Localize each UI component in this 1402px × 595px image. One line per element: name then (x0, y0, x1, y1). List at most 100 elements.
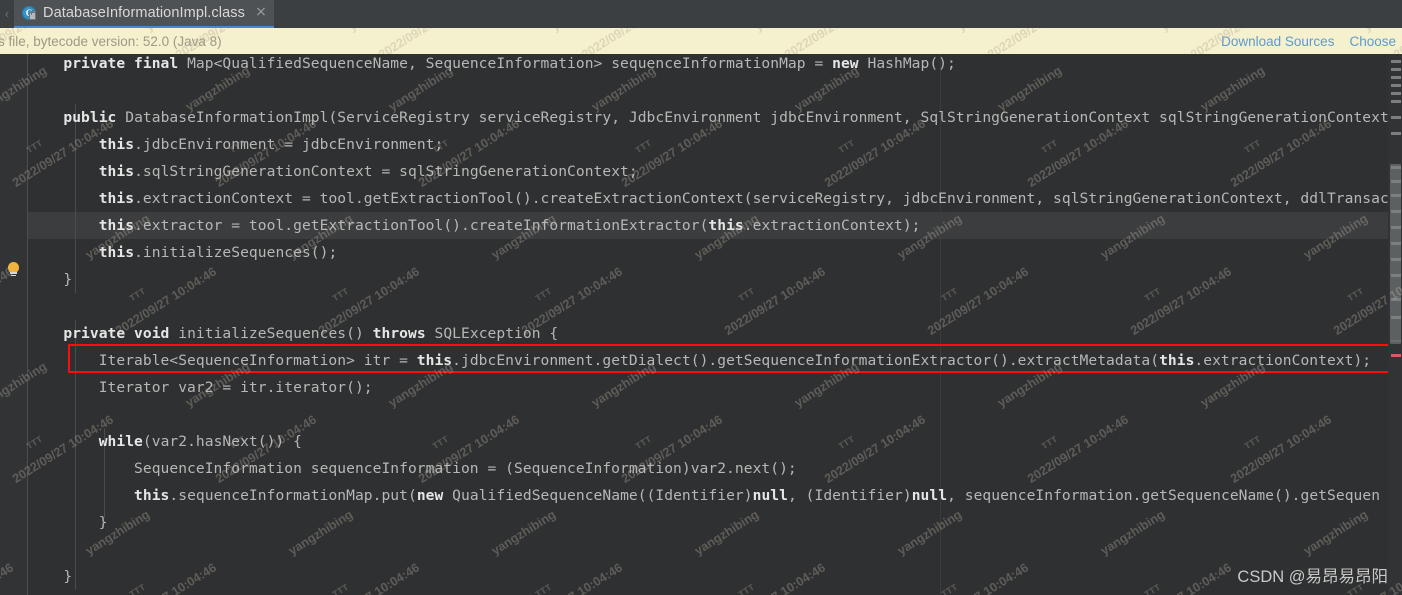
code-text: Map<QualifiedSequenceName, SequenceInfor… (178, 55, 833, 72)
code-text: .extractionContext); (743, 217, 921, 234)
code-line[interactable]: this.extractionContext = tool.getExtract… (28, 185, 1398, 212)
decompiled-file-notification-bar: s file, bytecode version: 52.0 (Java 8) … (0, 28, 1402, 62)
code-keyword: private void (63, 325, 170, 342)
code-line[interactable]: } (28, 509, 108, 536)
code-line[interactable]: SequenceInformation sequenceInformation … (28, 455, 797, 482)
code-text: , sequenceInformation.getSequenceName().… (947, 487, 1381, 504)
code-text: } (28, 568, 73, 585)
code-line[interactable]: private final Map<QualifiedSequenceName,… (28, 54, 956, 77)
code-text: .jdbcEnvironment = jdbcEnvironment; (134, 136, 444, 153)
code-keyword: this (98, 163, 135, 180)
watermark-name: yangzhibing (346, 28, 415, 34)
tab-scroll-left-icon[interactable]: ‹ (2, 6, 12, 22)
code-text: HashMap(); (858, 55, 956, 72)
watermark-name: yangzhibing (752, 28, 821, 34)
code-line[interactable]: this.extractor = tool.getExtractionTool(… (28, 212, 921, 239)
code-line[interactable]: while(var2.hasNext()) { (28, 428, 302, 455)
editor-gutter[interactable] (0, 54, 27, 595)
editor-tab-bar: ‹ C DatabaseInformationImpl.class × (0, 0, 1402, 28)
scrollbar-marker[interactable] (1391, 226, 1401, 229)
close-icon[interactable]: × (254, 5, 268, 20)
scrollbar-marker[interactable] (1391, 194, 1401, 197)
scrollbar-marker[interactable] (1391, 100, 1401, 103)
scrollbar-marker[interactable] (1391, 116, 1401, 119)
code-keyword: throws (372, 325, 426, 342)
code-text: , (Identifier) (787, 487, 912, 504)
code-keyword: public (63, 109, 117, 126)
code-text: Iterator var2 = itr.iterator(); (28, 379, 373, 396)
code-line[interactable]: public DatabaseInformationImpl(ServiceRe… (28, 104, 1398, 131)
scrollbar-marker[interactable] (1391, 60, 1401, 63)
code-text: initializeSequences() (169, 325, 373, 342)
code-editor[interactable]: private final Map<QualifiedSequenceName,… (0, 54, 1402, 595)
download-sources-link[interactable]: Download Sources (1221, 34, 1334, 49)
code-text: DatabaseInformationImpl(ServiceRegistry … (116, 109, 1398, 126)
code-line[interactable]: this.sqlStringGenerationContext = sqlStr… (28, 158, 638, 185)
code-text-area[interactable]: private final Map<QualifiedSequenceName,… (28, 54, 1402, 595)
scrollbar-marker[interactable] (1391, 84, 1401, 87)
choose-sources-link[interactable]: Choose (1349, 34, 1396, 49)
scrollbar-marker[interactable] (1391, 274, 1401, 277)
code-text: SQLException { (425, 325, 559, 342)
code-text: } (28, 271, 73, 288)
scrollbar-marker[interactable] (1391, 68, 1401, 71)
code-keyword: this (1159, 352, 1195, 369)
code-keyword: while (98, 433, 143, 450)
scrollbar-marker[interactable] (1391, 354, 1401, 357)
code-keyword: null (752, 487, 788, 504)
code-line[interactable]: private void initializeSequences() throw… (28, 320, 558, 347)
intention-bulb-icon[interactable] (7, 262, 20, 278)
code-text: .extractor = tool.getExtractionTool().cr… (134, 217, 709, 234)
code-text: .sqlStringGenerationContext = sqlStringG… (134, 163, 638, 180)
right-margin-guide (940, 54, 941, 595)
editor-tab-label: DatabaseInformationImpl.class (43, 5, 245, 21)
scrollbar-marker[interactable] (1391, 242, 1401, 245)
scrollbar-marker[interactable] (1391, 210, 1401, 213)
code-text: .sequenceInformationMap.put( (169, 487, 417, 504)
notification-actions: Download Sources Choose (1221, 34, 1398, 49)
code-text: .extractionContext = tool.getExtractionT… (134, 190, 1398, 207)
code-text: SequenceInformation sequenceInformation … (28, 460, 797, 477)
watermark-name: yangzhibing (955, 28, 1024, 34)
scrollbar-marker[interactable] (1391, 316, 1401, 319)
editor-vertical-scrollbar[interactable] (1388, 54, 1402, 595)
code-keyword: this (98, 217, 135, 234)
scrollbar-marker[interactable] (1391, 132, 1401, 135)
code-line[interactable]: } (28, 266, 72, 293)
code-keyword: private final (63, 55, 179, 72)
code-line[interactable]: Iterable<SequenceInformation> itr = this… (28, 347, 1371, 374)
scrollbar-marker[interactable] (1391, 258, 1401, 261)
code-line[interactable]: this.sequenceInformationMap.put(new Qual… (28, 482, 1380, 509)
code-keyword: this (416, 352, 453, 369)
code-keyword: this (98, 136, 135, 153)
java-class-file-icon: C (22, 5, 37, 21)
code-line[interactable]: Iterator var2 = itr.iterator(); (28, 374, 373, 401)
code-line[interactable]: } (28, 563, 72, 590)
code-text: .initializeSequences(); (134, 244, 338, 261)
scrollbar-marker[interactable] (1391, 298, 1401, 301)
scrollbar-marker[interactable] (1391, 180, 1401, 183)
scrollbar-marker[interactable] (1391, 76, 1401, 79)
code-line[interactable]: this.jdbcEnvironment = jdbcEnvironment; (28, 131, 444, 158)
scrollbar-marker[interactable] (1391, 340, 1401, 342)
code-text: Iterable<SequenceInformation> itr = (28, 352, 417, 369)
editor-tab-databaseinformationimpl[interactable]: C DatabaseInformationImpl.class × (14, 0, 274, 28)
code-keyword: null (911, 487, 948, 504)
code-keyword: new (832, 55, 859, 72)
idea-editor-window: ‹ C DatabaseInformationImpl.class × s fi… (0, 0, 1402, 595)
watermark-name: yangzhibing (549, 28, 618, 34)
scrollbar-marker[interactable] (1391, 166, 1401, 169)
notification-message: s file, bytecode version: 52.0 (Java 8) (0, 33, 222, 49)
scrollbar-marker[interactable] (1391, 92, 1401, 95)
code-line[interactable]: this.initializeSequences(); (28, 239, 338, 266)
code-keyword: this (98, 244, 135, 261)
